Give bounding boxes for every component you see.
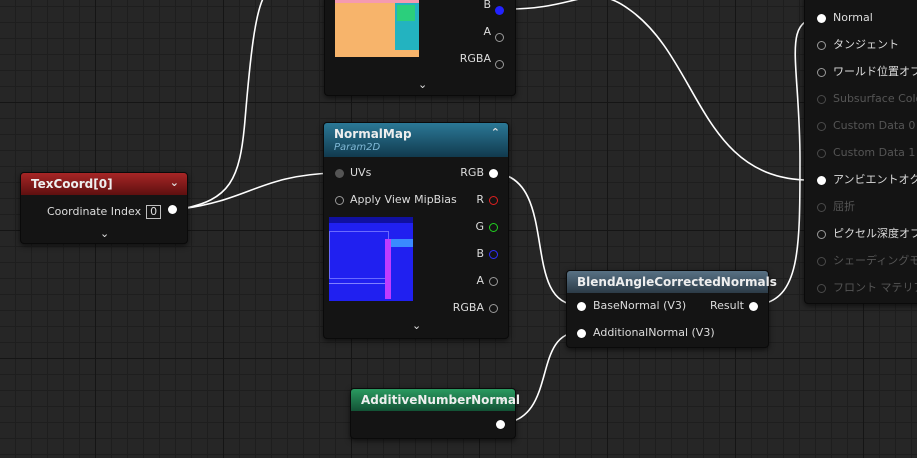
input-label-refraction: 屈折	[833, 200, 855, 213]
additive-number-normal-node[interactable]: AdditiveNumberNormal ⌄	[350, 388, 520, 439]
input-pin-world-position-offset[interactable]	[817, 68, 826, 77]
input-pin-subsurface-color[interactable]	[817, 95, 826, 104]
output-pin-rgba[interactable]	[489, 304, 498, 313]
input-pin-uvs[interactable]	[335, 169, 344, 178]
chevron-down-icon[interactable]: ⌄	[170, 176, 179, 189]
output-label-g: G	[475, 220, 484, 233]
pin-label-rgba: RGBA	[459, 52, 491, 65]
normalmap-node-header[interactable]: NormalMap Param2D ⌃	[324, 123, 508, 157]
normalmap-preview-thumbnail	[329, 217, 413, 301]
input-label-front-material: フロント マテリアル	[833, 281, 917, 294]
input-pin-tangent[interactable]	[817, 41, 826, 50]
node-subtitle: Param2D	[334, 142, 381, 153]
output-pin[interactable]	[168, 205, 177, 214]
output-pin-rgba[interactable]	[495, 60, 504, 69]
output-label-result: Result	[710, 299, 744, 312]
output-pin-a[interactable]	[489, 277, 498, 286]
chevron-down-icon[interactable]: ⌄	[412, 319, 421, 332]
output-label-rgb: RGB	[460, 166, 484, 179]
input-pin-custom-data-1[interactable]	[817, 149, 826, 158]
input-pin-base-normal[interactable]	[577, 302, 586, 311]
output-label: Coordinate Index	[47, 205, 142, 218]
input-label-pixel-depth-offset: ピクセル深度オフ	[833, 227, 917, 240]
output-label-a: A	[476, 274, 484, 287]
texture-sample-node[interactable]: B A RGBA ⌄	[324, 0, 516, 96]
chevron-down-icon[interactable]: ⌄	[498, 392, 507, 405]
node-title: BlendAngleCorrectedNormals	[577, 275, 777, 289]
output-pin-b[interactable]	[489, 250, 498, 259]
input-label-uvs: UVs	[350, 166, 372, 179]
output-label-rgba: RGBA	[452, 301, 484, 314]
input-pin-custom-data-0[interactable]	[817, 122, 826, 131]
texture-preview-thumbnail	[335, 0, 419, 57]
input-label-world-position-offset: ワールド位置オフ	[833, 65, 917, 78]
output-label-b: B	[476, 247, 484, 260]
output-pin-rgb[interactable]	[489, 169, 498, 178]
input-label-normal: Normal	[833, 11, 873, 24]
input-pin-front-material[interactable]	[817, 284, 826, 293]
input-pin-shading-model[interactable]	[817, 257, 826, 266]
texcoord-node-header[interactable]: TexCoord[0] ⌄	[21, 173, 187, 195]
input-label-ambient-occlusion: アンビエントオクル	[833, 173, 917, 186]
output-pin[interactable]	[496, 420, 505, 429]
input-pin-normal[interactable]	[817, 14, 826, 23]
input-pin-additional-normal[interactable]	[577, 329, 586, 338]
chevron-up-icon[interactable]: ⌃	[491, 126, 500, 139]
texcoord-node[interactable]: TexCoord[0] ⌄ Coordinate Index 0 ⌄	[20, 172, 188, 244]
output-label-r: R	[476, 193, 484, 206]
output-pin-g[interactable]	[489, 223, 498, 232]
input-label-additional-normal: AdditionalNormal (V3)	[593, 326, 715, 339]
node-title: AdditiveNumberNormal	[361, 393, 521, 407]
node-title: TexCoord[0]	[31, 177, 113, 191]
output-pin-result[interactable]	[749, 302, 758, 311]
input-label-custom-data-0: Custom Data 0	[833, 119, 916, 132]
wire-top-b-to-material-ao	[504, 0, 811, 181]
node-title: NormalMap	[334, 127, 412, 141]
additive-node-header[interactable]: AdditiveNumberNormal ⌄	[351, 389, 520, 411]
input-label-custom-data-1: Custom Data 1	[833, 146, 916, 159]
chevron-down-icon[interactable]: ⌄	[418, 78, 427, 91]
input-label-tangent: タンジェント	[833, 38, 899, 51]
wire-texcoord-to-normalmap	[180, 172, 336, 210]
input-pin-apply-view-mipbias[interactable]	[335, 196, 344, 205]
input-pin-refraction[interactable]	[817, 203, 826, 212]
wire-texcoord-to-top-texture	[180, 0, 264, 210]
pin-label-b: B	[483, 0, 491, 11]
output-pin-b[interactable]	[495, 6, 504, 15]
pin-label-a: A	[483, 25, 491, 38]
input-pin-ambient-occlusion[interactable]	[817, 176, 826, 185]
normalmap-node[interactable]: NormalMap Param2D ⌃ UVs Apply View MipBi…	[323, 122, 509, 339]
output-pin-a[interactable]	[495, 33, 504, 42]
coordinate-index-field[interactable]: 0	[146, 205, 162, 219]
input-label-subsurface-color: Subsurface Colo	[833, 92, 917, 105]
input-label-shading-model: シェーディングモデ	[833, 254, 917, 267]
material-output-node[interactable]: Normal タンジェント ワールド位置オフ Subsurface Colo C…	[804, 0, 917, 304]
input-label-base-normal: BaseNormal (V3)	[593, 299, 687, 312]
blend-angle-corrected-normals-node[interactable]: BlendAngleCorrectedNormals BaseNormal (V…	[566, 270, 777, 348]
chevron-down-icon[interactable]: ⌄	[100, 227, 109, 240]
output-pin-r[interactable]	[489, 196, 498, 205]
input-pin-pixel-depth-offset[interactable]	[817, 230, 826, 239]
input-label-apply-view-mipbias: Apply View MipBias	[350, 193, 457, 206]
blend-node-header[interactable]: BlendAngleCorrectedNormals	[567, 271, 777, 293]
